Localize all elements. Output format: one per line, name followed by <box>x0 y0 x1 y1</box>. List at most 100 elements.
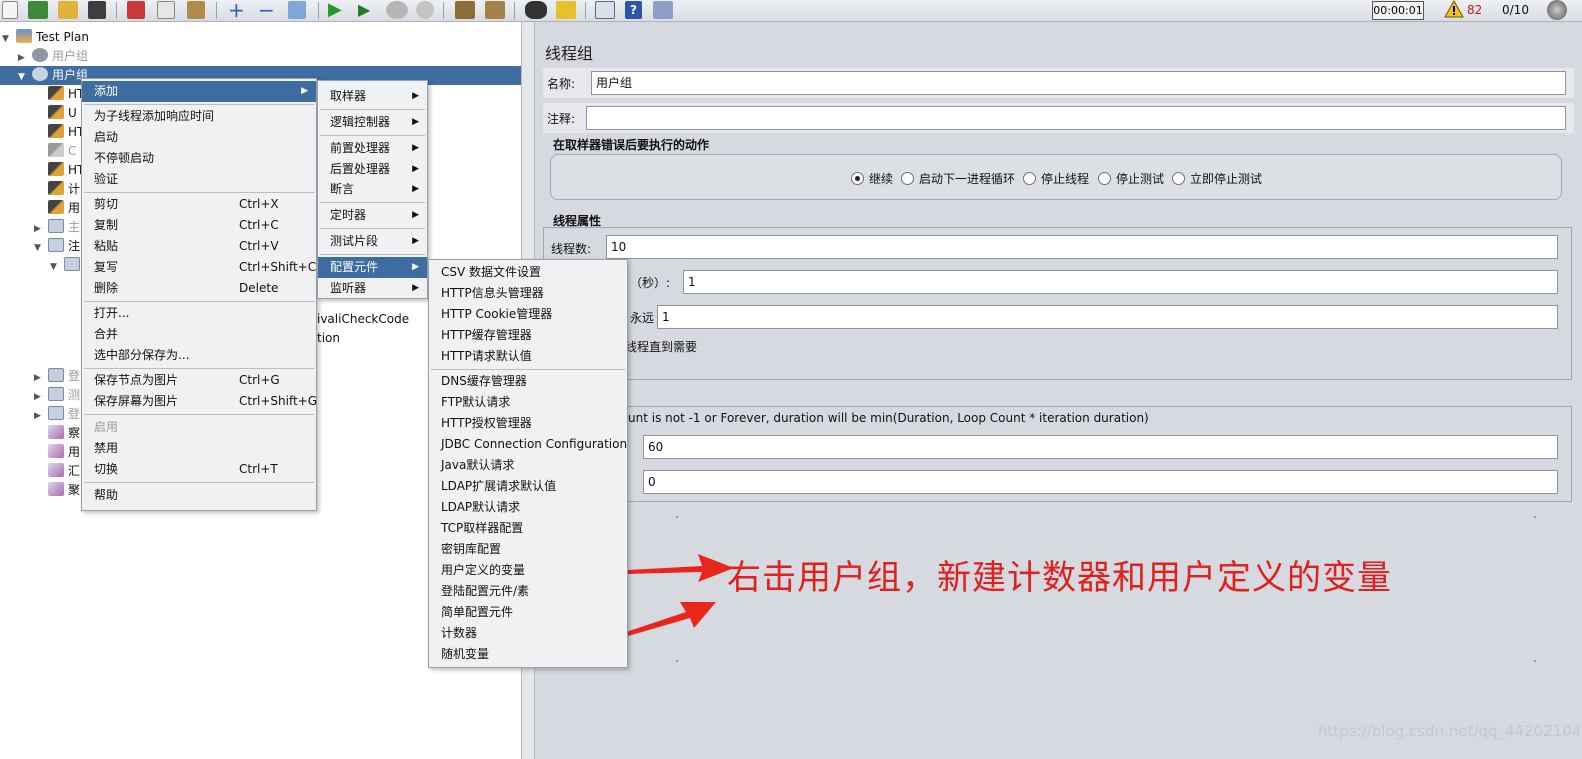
menu-item-user-defined-variables[interactable]: 用户定义的变量 <box>429 560 627 581</box>
menu-item-ldap-extended-defaults[interactable]: LDAP扩展请求默认值 <box>429 476 627 497</box>
collapse-arrow-icon[interactable]: ▶ <box>34 407 48 426</box>
menu-item-open[interactable]: 打开... <box>82 303 316 324</box>
tree-item-controller[interactable]: ▼ 注 <box>34 237 80 256</box>
menu-item-logic-controller[interactable]: 逻辑控制器 ▶ <box>318 112 427 133</box>
startup-delay-field[interactable]: 0 <box>643 470 1558 494</box>
menu-item-http-request-defaults[interactable]: HTTP请求默认值 <box>429 346 627 367</box>
menu-item-cut[interactable]: 剪切 Ctrl+X <box>82 194 316 215</box>
menu-item-save-selection-as[interactable]: 选中部分保存为... <box>82 345 316 366</box>
menu-item-merge[interactable]: 合并 <box>82 324 316 345</box>
globe-icon[interactable] <box>1547 0 1567 20</box>
radio-continue[interactable]: 继续 <box>851 170 893 187</box>
reset-search-icon[interactable] <box>556 1 576 19</box>
tree-item-partial[interactable]: ivaliCheckCode <box>317 310 409 329</box>
tree-item-thread-group-disabled[interactable]: ▶ 用户组 <box>18 47 88 66</box>
menu-item-http-cache-manager[interactable]: HTTP缓存管理器 <box>429 325 627 346</box>
menu-item-keystore-config[interactable]: 密钥库配置 <box>429 539 627 560</box>
menu-item-login-config[interactable]: 登陆配置元件/素 <box>429 581 627 602</box>
threads-field[interactable]: 10 <box>606 235 1558 259</box>
menu-item-test-fragment[interactable]: 测试片段 ▶ <box>318 231 427 252</box>
function-helper-icon[interactable] <box>595 1 615 19</box>
menu-item-jdbc-connection-config[interactable]: JDBC Connection Configuration <box>429 434 627 455</box>
tree-item-sampler[interactable]: HT <box>48 161 84 180</box>
tree-item-controller[interactable]: ▶ 测 <box>34 386 80 405</box>
menu-item-random-variable[interactable]: 随机变量 <box>429 644 627 665</box>
menu-item-save-screen-image[interactable]: 保存屏幕为图片 Ctrl+Shift+G <box>82 391 317 412</box>
name-field[interactable]: 用户组 <box>591 71 1566 95</box>
open-folder-icon[interactable] <box>58 1 78 19</box>
tree-item-controller[interactable]: ▶ 主 <box>34 218 80 237</box>
menu-item-duplicate[interactable]: 复写 Ctrl+Shift+C <box>82 257 316 278</box>
comment-field[interactable] <box>586 106 1566 130</box>
start-icon[interactable]: ▶ <box>328 1 348 19</box>
save-icon[interactable] <box>88 1 106 19</box>
tree-item-sampler[interactable]: HT <box>48 85 84 104</box>
menu-item-assertion[interactable]: 断言 ▶ <box>318 179 427 200</box>
expand-arrow-icon[interactable]: ▼ <box>2 30 16 49</box>
tree-item-listener[interactable]: 聚 <box>48 481 80 500</box>
menu-item-dns-cache-manager[interactable]: DNS缓存管理器 <box>429 371 627 392</box>
menu-item-toggle[interactable]: 切换 Ctrl+T <box>82 459 316 480</box>
menu-item-simple-config[interactable]: 简单配置元件 <box>429 602 627 623</box>
tree-item-partial[interactable]: tion <box>317 329 340 348</box>
tree-item-sampler[interactable]: U <box>48 104 77 123</box>
shutdown-icon[interactable] <box>416 1 434 19</box>
menu-item-csv-data-set[interactable]: CSV 数据文件设置 <box>429 262 627 283</box>
tree-item-sampler[interactable]: C <box>48 142 76 161</box>
rampup-field[interactable]: 1 <box>683 270 1558 294</box>
copy-icon[interactable] <box>157 1 175 19</box>
tree-item-listener[interactable]: 察 <box>48 424 80 443</box>
tree-item-controller[interactable]: ▼ <box>50 256 84 275</box>
expand-arrow-icon[interactable]: ▼ <box>50 258 64 277</box>
expand-arrow-icon[interactable]: ▼ <box>18 68 32 87</box>
menu-item-paste[interactable]: 粘贴 Ctrl+V <box>82 236 316 257</box>
tree-item-sampler[interactable]: 用 <box>48 199 80 218</box>
expand-arrow-icon[interactable]: ▼ <box>34 239 48 258</box>
menu-item-http-header-manager[interactable]: HTTP信息头管理器 <box>429 283 627 304</box>
clear-icon[interactable] <box>455 1 475 19</box>
warning-icon[interactable] <box>1444 0 1464 18</box>
help-icon[interactable]: ? <box>625 1 642 19</box>
menu-item-validate[interactable]: 验证 <box>82 169 316 190</box>
menu-item-config-element[interactable]: 配置元件 ▶ <box>318 257 427 278</box>
loop-count-field[interactable]: 1 <box>657 305 1558 329</box>
menu-item-tcp-sampler-config[interactable]: TCP取样器配置 <box>429 518 627 539</box>
templates-icon[interactable] <box>28 1 48 19</box>
menu-item-ldap-defaults[interactable]: LDAP默认请求 <box>429 497 627 518</box>
menu-item-save-node-image[interactable]: 保存节点为图片 Ctrl+G <box>82 370 316 391</box>
radio-stop-test-now[interactable]: 立即停止测试 <box>1172 170 1262 187</box>
cut-icon[interactable] <box>127 1 145 19</box>
menu-item-add[interactable]: 添加 ▶ <box>82 81 316 102</box>
menu-item-start[interactable]: 启动 <box>82 127 316 148</box>
menu-item-timer[interactable]: 定时器 ▶ <box>318 205 427 226</box>
tree-item-sampler[interactable]: HT <box>48 123 84 142</box>
menu-item-help[interactable]: 帮助 <box>82 485 316 506</box>
menu-item-copy[interactable]: 复制 Ctrl+C <box>82 215 316 236</box>
remote-icon[interactable] <box>653 1 673 19</box>
menu-item-pre-processor[interactable]: 前置处理器 ▶ <box>318 138 427 159</box>
radio-stop-test[interactable]: 停止测试 <box>1098 170 1164 187</box>
menu-item-http-cookie-manager[interactable]: HTTP Cookie管理器 <box>429 304 627 325</box>
menu-item-http-auth-manager[interactable]: HTTP授权管理器 <box>429 413 627 434</box>
start-no-pause-icon[interactable]: ▶ <box>358 1 378 19</box>
radio-stop-thread[interactable]: 停止线程 <box>1023 170 1089 187</box>
duration-field[interactable]: 60 <box>643 435 1558 459</box>
menu-item-java-defaults[interactable]: Java默认请求 <box>429 455 627 476</box>
expand-icon[interactable]: + <box>228 0 248 20</box>
paste-icon[interactable] <box>187 1 205 19</box>
menu-item-listener[interactable]: 监听器 ▶ <box>318 278 427 299</box>
collapse-icon[interactable]: − <box>258 0 278 20</box>
tree-item-listener[interactable]: 用 <box>48 443 80 462</box>
tree-item-test-plan[interactable]: ▼ Test Plan <box>2 28 89 47</box>
menu-item-ftp-defaults[interactable]: FTP默认请求 <box>429 392 627 413</box>
menu-item-counter[interactable]: 计数器 <box>429 623 627 644</box>
tree-item-listener[interactable]: 汇 <box>48 462 80 481</box>
toggle-icon[interactable] <box>288 1 306 19</box>
menu-item-delete[interactable]: 删除 Delete <box>82 278 316 299</box>
menu-item-disable[interactable]: 禁用 <box>82 438 316 459</box>
radio-start-next-loop[interactable]: 启动下一进程循环 <box>901 170 1015 187</box>
tree-item-controller[interactable]: ▶ 登 <box>34 367 80 386</box>
clear-all-icon[interactable] <box>485 1 505 19</box>
menu-item-add-response-time[interactable]: 为子线程添加响应时间 <box>82 106 316 127</box>
menu-item-post-processor[interactable]: 后置处理器 ▶ <box>318 159 427 180</box>
